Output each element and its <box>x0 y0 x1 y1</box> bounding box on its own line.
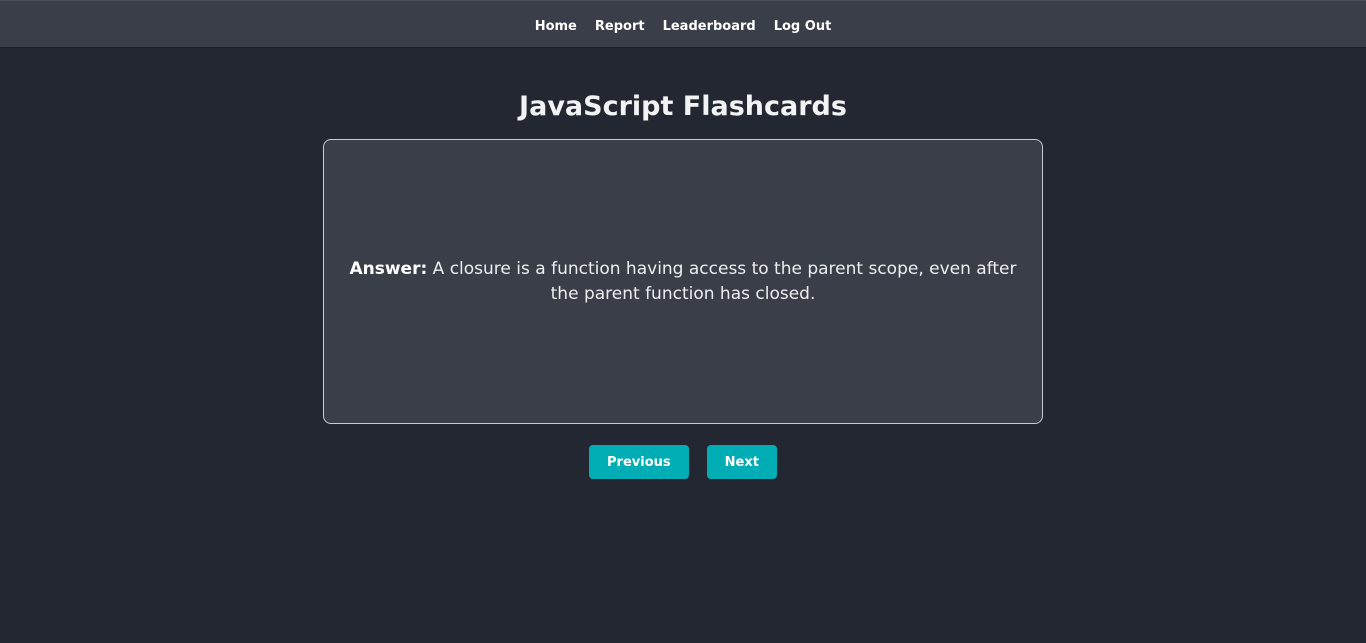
page-title: JavaScript Flashcards <box>519 91 847 122</box>
answer-text: A closure is a function having access to… <box>427 258 1017 304</box>
card-controls: Previous Next <box>0 445 1366 479</box>
nav-link-logout[interactable]: Log Out <box>774 19 832 34</box>
nav-link-home[interactable]: Home <box>535 19 577 34</box>
top-navbar: Home Report Leaderboard Log Out <box>0 0 1366 48</box>
flashcard[interactable]: Answer: A closure is a function having a… <box>323 139 1043 424</box>
nav-link-leaderboard[interactable]: Leaderboard <box>663 19 756 34</box>
nav-item-home: Home <box>535 15 577 34</box>
next-button[interactable]: Next <box>706 445 777 479</box>
nav-item-leaderboard: Leaderboard <box>663 15 756 34</box>
previous-button[interactable]: Previous <box>589 445 689 479</box>
nav-link-report[interactable]: Report <box>595 19 645 34</box>
flashcard-answer: Answer: A closure is a function having a… <box>348 257 1018 307</box>
answer-label: Answer: <box>349 258 428 279</box>
nav-item-logout: Log Out <box>774 15 832 34</box>
nav-list: Home Report Leaderboard Log Out <box>535 15 832 34</box>
nav-item-report: Report <box>595 15 645 34</box>
